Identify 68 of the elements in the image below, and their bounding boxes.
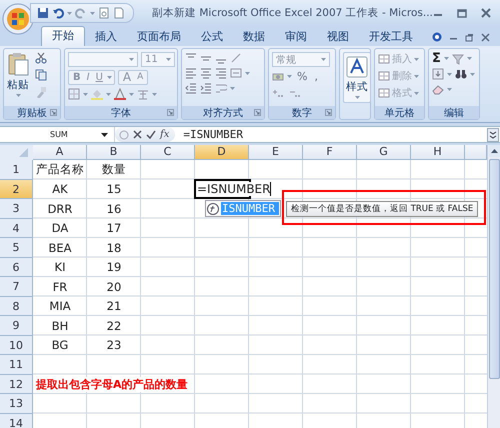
row-header[interactable]: 12 [0, 374, 33, 394]
table-cell: BEA [48, 240, 72, 255]
formula-field[interactable]: =ISNUMBER [175, 128, 487, 141]
table-cell: 19 [106, 260, 122, 274]
row-header[interactable]: 4 [0, 218, 33, 238]
ribbon-tab[interactable]: 开发工具 [359, 28, 423, 46]
function-tooltip: 检测一个值是否是数值，返回 TRUE 或 FALSE [286, 201, 478, 217]
cell-editor[interactable]: =ISNUMBER [197, 182, 272, 196]
group-label: 剪贴板 [17, 106, 47, 120]
ribbon-tab[interactable]: 插入 [85, 28, 127, 46]
styles-button[interactable]: 样式 [343, 52, 371, 103]
row-header[interactable]: 3 [0, 199, 33, 218]
row-header[interactable]: 2 [0, 180, 33, 199]
table-cell: 23 [106, 338, 122, 352]
table-cell: 21 [106, 299, 122, 314]
group-label: 字体 [111, 106, 131, 120]
table-cell: MIA [49, 299, 71, 314]
table-cell: DA [52, 221, 68, 236]
ribbon-tab[interactable]: 数据 [233, 28, 275, 46]
row-header[interactable]: 6 [0, 258, 33, 277]
row-header[interactable]: 11 [0, 355, 33, 374]
table-cell: 15 [106, 182, 122, 196]
column-header[interactable]: F [303, 145, 357, 160]
table-cell: AK [52, 182, 68, 196]
row-header[interactable]: 1 [0, 160, 33, 180]
table-cell: FR [52, 280, 68, 294]
group-label: 编辑 [444, 106, 464, 120]
column-header[interactable]: A [33, 145, 87, 160]
note-text: 提取出包含字母A的产品的数量 [33, 376, 188, 392]
table-cell: KI [54, 260, 66, 274]
column-header[interactable]: D [195, 145, 249, 160]
window-title: 副本新建 Microsoft Office Excel 2007 工作表 - Micros... [152, 6, 433, 20]
row-header[interactable]: 13 [0, 394, 33, 414]
table-cell: DRR [48, 202, 72, 216]
row-header[interactable]: 14 [0, 414, 33, 428]
table-cell: 17 [106, 221, 122, 236]
column-header[interactable]: E [249, 145, 303, 160]
table-cell: BG [52, 338, 68, 352]
table-cell: 22 [106, 318, 122, 333]
ribbon-tab[interactable]: 公式 [191, 28, 233, 46]
ribbon-tab[interactable]: 审阅 [275, 28, 317, 46]
table-cell: 数量 [102, 162, 126, 178]
autosum-button[interactable]: Σ [432, 52, 441, 65]
name-box[interactable]: SUM [0, 127, 115, 142]
row-header[interactable]: 10 [0, 336, 33, 355]
insert-function-button[interactable]: fx [160, 129, 170, 140]
table-cell: 18 [106, 240, 122, 255]
comma-button[interactable]: , [312, 70, 320, 83]
column-header[interactable]: G [357, 145, 411, 160]
column-header[interactable]: B [87, 145, 141, 160]
table-cell: 产品名称 [36, 162, 84, 178]
row-header[interactable]: 7 [0, 277, 33, 296]
ribbon-tab[interactable]: 开始 [41, 26, 85, 46]
row-header[interactable]: 9 [0, 316, 33, 336]
group-label: 单元格 [384, 106, 414, 120]
percent-button[interactable]: % [295, 70, 310, 83]
row-header[interactable]: 8 [0, 296, 33, 316]
row-header[interactable]: 5 [0, 238, 33, 258]
column-header[interactable]: C [141, 145, 195, 160]
paste-button[interactable]: 粘贴 [7, 52, 29, 97]
column-header[interactable]: H [411, 145, 465, 160]
group-label: 对齐方式 [203, 106, 243, 120]
table-cell: 16 [106, 202, 122, 216]
group-label: 数字 [292, 106, 312, 120]
ribbon-tab[interactable]: 视图 [317, 28, 359, 46]
table-cell: 20 [106, 280, 122, 294]
ribbon-tab[interactable]: 页面布局 [127, 28, 191, 46]
table-cell: BH [52, 318, 68, 333]
